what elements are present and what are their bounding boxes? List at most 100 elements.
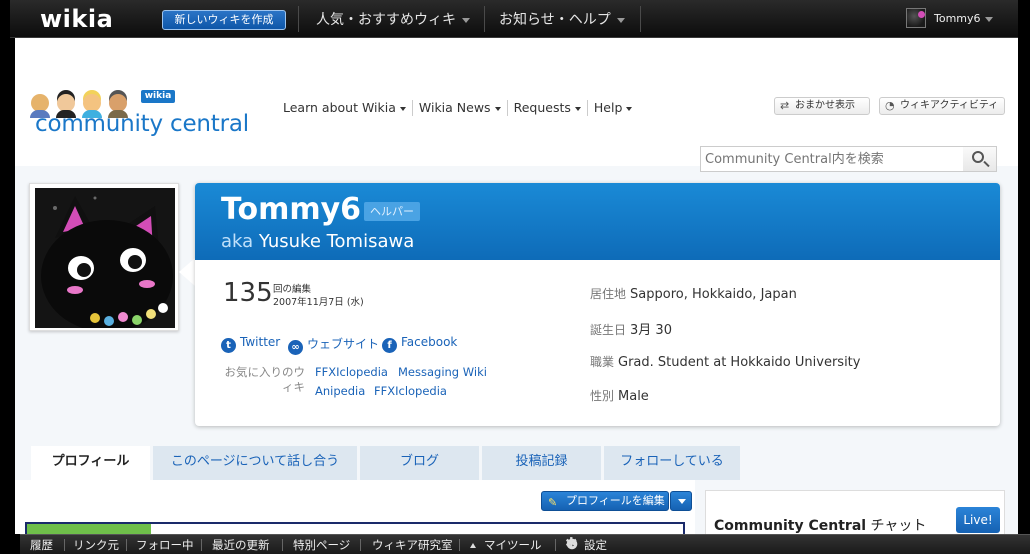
- news-help-menu[interactable]: お知らせ・ヘルプ: [499, 9, 625, 29]
- info-key: 誕生日: [590, 323, 627, 337]
- aka-line: aka Yusuke Tomisawa: [221, 231, 414, 252]
- facebook-icon: f: [382, 338, 397, 353]
- wiki-nav-label: Help: [593, 100, 623, 115]
- info-value: Sapporo, Hokkaido, Japan: [630, 287, 797, 302]
- toolbar-divider: [282, 539, 283, 551]
- chevron-down-icon: [494, 106, 501, 111]
- tab-blog[interactable]: ブログ: [360, 446, 479, 480]
- user-avatar[interactable]: [29, 183, 179, 331]
- wiki-nav-help[interactable]: Help: [588, 100, 639, 116]
- wiki-activity-label: ウィキアクティビティ: [900, 100, 999, 111]
- shuffle-icon: ⇄: [780, 99, 790, 112]
- popular-wikis-label: 人気・おすすめウィキ: [316, 12, 456, 28]
- nav-divider: [640, 6, 641, 32]
- chevron-down-icon: [574, 106, 581, 111]
- link-icon: ∞: [288, 340, 303, 355]
- search-icon: [972, 151, 984, 163]
- live-chat-button[interactable]: Live!: [956, 507, 1000, 533]
- favorite-wikis-label: お気に入りのウィキ: [224, 365, 306, 394]
- chevron-down-icon: [462, 17, 470, 23]
- wiki-nav-news[interactable]: Wikia News: [413, 100, 508, 116]
- info-value: Male: [618, 389, 649, 404]
- favorite-wiki-link[interactable]: Messaging Wiki: [398, 365, 487, 379]
- user-name-menu: Tommy6: [934, 12, 993, 25]
- user-masthead: Tommy6 ヘルパー aka Yusuke Tomisawa 135 回の編集…: [195, 183, 1000, 426]
- info-key: 性別: [590, 389, 615, 403]
- twitter-link[interactable]: t Twitter: [221, 335, 280, 353]
- edit-count[interactable]: 135: [223, 278, 273, 308]
- aka-prefix: aka: [221, 231, 254, 252]
- info-value: Grad. Student at Hokkaido University: [618, 355, 861, 370]
- masthead-header: Tommy6 ヘルパー aka Yusuke Tomisawa: [195, 183, 1000, 260]
- toolbar-divider: [126, 539, 127, 551]
- toolbar-divider: [459, 539, 460, 551]
- favorite-wiki-link[interactable]: Anipedia: [315, 384, 365, 398]
- toolbar-divider: [360, 539, 361, 551]
- toolbar-history[interactable]: 履歴: [30, 537, 53, 553]
- wiki-nav-label: Requests: [513, 100, 571, 115]
- random-page-button[interactable]: ⇄ おまかせ表示: [774, 97, 870, 115]
- chevron-down-icon: [399, 106, 406, 111]
- create-wiki-button[interactable]: 新しいウィキを作成: [162, 10, 286, 30]
- user-avatar-small: [906, 8, 926, 28]
- community-central-wordmark: community central: [35, 111, 249, 137]
- wiki-nav-label: Learn about Wikia: [283, 100, 396, 115]
- toolbar-what-links-here[interactable]: リンク元: [73, 537, 119, 553]
- page-body: wikia community central Learn about Wiki…: [15, 38, 1018, 534]
- toolbar-settings[interactable]: 設定: [565, 534, 607, 553]
- favorite-wiki-link[interactable]: FFXIclopedia: [374, 384, 447, 398]
- edit-profile-dropdown[interactable]: [670, 491, 692, 511]
- news-help-label: お知らせ・ヘルプ: [499, 12, 611, 28]
- chevron-down-icon: [616, 17, 625, 23]
- chat-title: Community Central チャット: [714, 515, 926, 534]
- helper-badge: ヘルパー: [364, 202, 420, 221]
- search-box: [700, 146, 964, 172]
- toolbar-wikia-labs[interactable]: ウィキア研究室: [372, 537, 453, 553]
- toolbar-special-pages[interactable]: 特別ページ: [293, 537, 350, 553]
- info-key: 職業: [590, 355, 615, 369]
- gear-icon: [565, 534, 578, 552]
- real-name: Yusuke Tomisawa: [258, 231, 415, 252]
- community-central-logo[interactable]: wikia community central: [25, 64, 265, 137]
- nav-divider: [484, 6, 485, 32]
- wikia-logo[interactable]: wikia: [40, 5, 113, 33]
- toolbar-my-tools[interactable]: マイツール: [470, 537, 542, 553]
- toolbar-following[interactable]: フォロー中: [136, 537, 194, 553]
- info-value: 3月 30: [630, 323, 672, 338]
- tab-talk[interactable]: このページについて話し合う: [153, 446, 357, 480]
- random-page-label: おまかせ表示: [795, 100, 855, 111]
- website-link[interactable]: ∞ ウェブサイト: [288, 335, 379, 355]
- activity-clock-icon: ◔: [885, 99, 895, 112]
- edit-count-label: 回の編集: [273, 284, 312, 295]
- facebook-label: Facebook: [401, 335, 458, 349]
- wiki-activity-button[interactable]: ◔ ウィキアクティビティ: [879, 97, 1005, 115]
- my-tools-label: マイツール: [484, 538, 542, 552]
- card-pointer: [179, 258, 195, 286]
- user-title: Tommy6: [221, 192, 362, 227]
- wiki-nav-requests[interactable]: Requests: [508, 100, 588, 116]
- tab-following[interactable]: フォローしている: [604, 446, 740, 480]
- wiki-nav-learn[interactable]: Learn about Wikia: [277, 100, 413, 116]
- info-key: 居住地: [590, 287, 627, 301]
- wikia-tag: wikia: [141, 90, 175, 103]
- info-occupation: 職業 Grad. Student at Hokkaido University: [590, 353, 860, 370]
- edit-profile-button[interactable]: ✎ プロフィールを編集: [541, 491, 669, 511]
- settings-label: 設定: [584, 538, 607, 552]
- avatar-image: [35, 188, 175, 328]
- avatar-character-icon: [35, 188, 175, 328]
- tab-profile[interactable]: プロフィール: [31, 446, 150, 480]
- toolbar-recent-changes[interactable]: 最近の更新: [212, 537, 270, 553]
- chat-title-suffix: チャット: [866, 518, 927, 534]
- toolbar-divider: [64, 539, 65, 551]
- chevron-up-icon: [470, 543, 476, 548]
- wiki-nav-label: Wikia News: [418, 100, 491, 115]
- favorite-wiki-link[interactable]: FFXIclopedia: [315, 365, 388, 379]
- chevron-down-icon: [626, 106, 633, 111]
- info-gender: 性別 Male: [590, 387, 649, 404]
- facebook-link[interactable]: f Facebook: [382, 335, 457, 353]
- search-input[interactable]: [701, 147, 963, 171]
- search-button[interactable]: [963, 146, 997, 172]
- tab-contributions[interactable]: 投稿記録: [482, 446, 601, 480]
- popular-wikis-menu[interactable]: 人気・おすすめウィキ: [316, 9, 470, 29]
- chat-module: Community Central チャット Live!: [705, 490, 1005, 534]
